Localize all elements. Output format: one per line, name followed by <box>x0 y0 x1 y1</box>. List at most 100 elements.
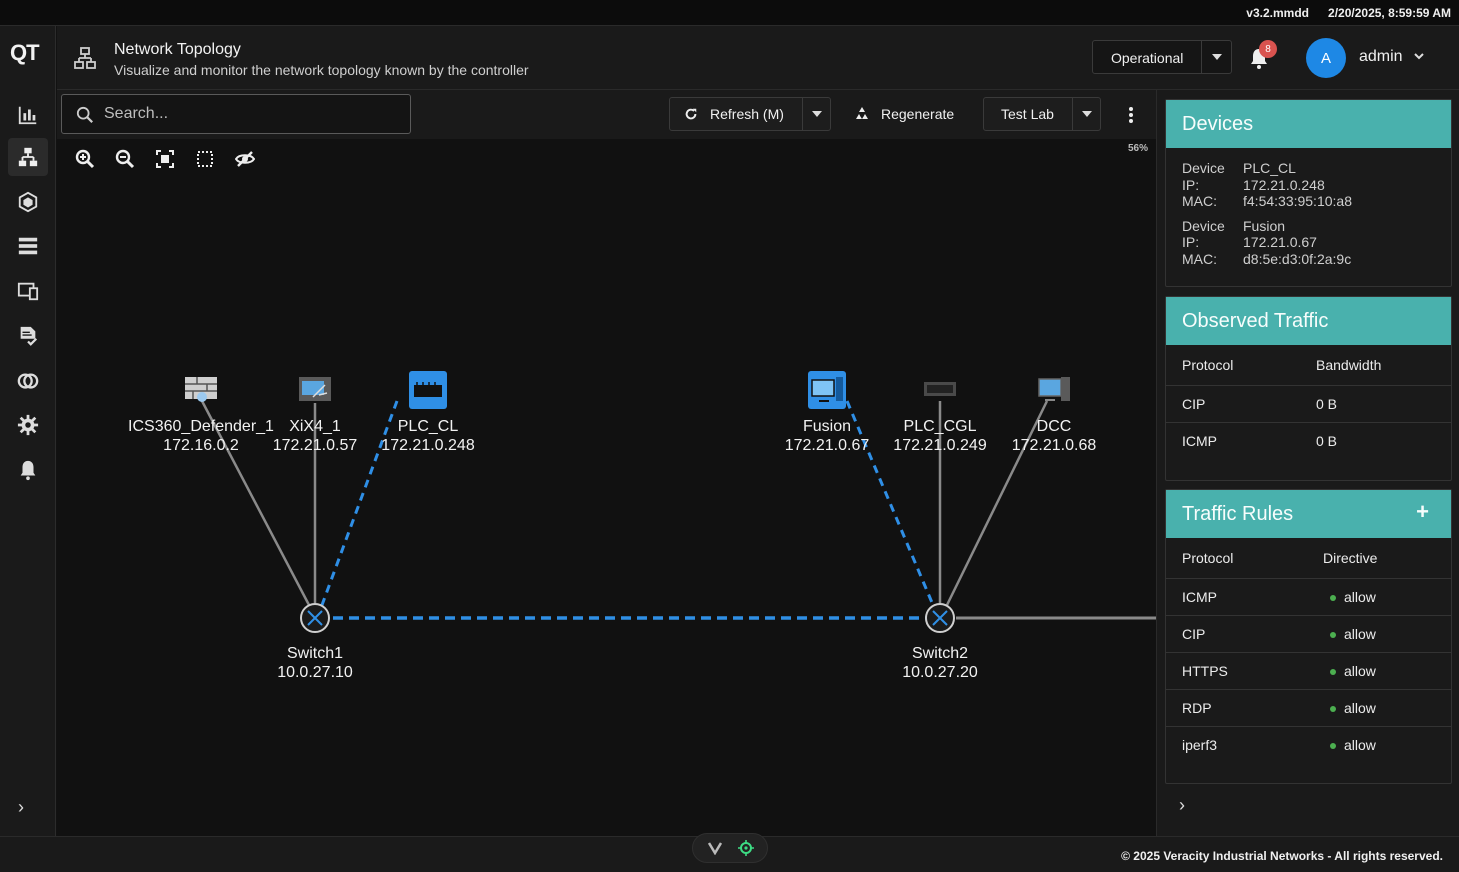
node-label-xix4: XiX4_1 172.21.0.57 <box>273 417 358 455</box>
bell-icon <box>20 460 36 481</box>
regenerate-label: Regenerate <box>881 106 955 122</box>
node-label-plc-cl: PLC_CL 172.21.0.248 <box>381 417 474 455</box>
directive-value: allow <box>1344 626 1376 642</box>
device-entry[interactable]: Device PLC_CL IP: 172.21.0.248 MAC: f4:54:3… <box>1182 160 1435 210</box>
chevron-down-icon[interactable] <box>1201 41 1231 73</box>
node-label-switch2: Switch2 10.0.27.20 <box>902 644 978 682</box>
sidebar-expand-toggle[interactable]: › <box>18 797 24 818</box>
refresh-button[interactable]: Refresh (M) <box>684 98 784 130</box>
column-header: Protocol <box>1182 357 1234 373</box>
table-row[interactable]: ICMP 0 B <box>1166 422 1451 459</box>
sidebar-item-assets[interactable] <box>8 183 48 221</box>
plc-icon[interactable] <box>409 371 447 409</box>
search-input[interactable] <box>104 104 394 124</box>
node-name: Switch1 <box>286 645 344 662</box>
node-ip: 172.21.0.68 <box>1011 437 1097 454</box>
refresh-button-group: Refresh (M) <box>669 97 831 131</box>
gear-icon <box>17 414 39 436</box>
regenerate-button[interactable]: Regenerate <box>853 105 954 123</box>
device-mac: d8:5e:d3:0f:2a:9c <box>1243 250 1352 267</box>
sidebar-item-zones[interactable] <box>8 362 48 400</box>
refresh-icon <box>685 108 697 120</box>
traffic-rules-title: Traffic Rules <box>1182 503 1294 525</box>
username-menu[interactable]: admin <box>1359 48 1403 66</box>
app-status-pill[interactable] <box>692 833 768 863</box>
chevron-down-icon <box>1081 111 1092 117</box>
directive-cell: allow <box>1330 700 1376 716</box>
node-label-dcc: DCC 172.21.0.68 <box>1012 417 1097 455</box>
devices-panel: Devices Device PLC_CL IP: 172.21.0.248 MAC… <box>1165 99 1452 287</box>
chevron-down-icon[interactable] <box>707 841 723 855</box>
page-subtitle: Visualize and monitor the network topolo… <box>114 62 529 78</box>
sidebar-item-settings[interactable] <box>8 406 48 444</box>
bandwidth-cell: 0 B <box>1316 433 1338 449</box>
avatar[interactable]: A <box>1306 38 1346 78</box>
device-mac: f4:54:33:95:10:a8 <box>1243 193 1352 209</box>
node-ip: 172.16.0.2 <box>163 437 239 454</box>
firewall-icon[interactable] <box>185 377 217 402</box>
lab-select[interactable]: Test Lab <box>1001 98 1054 130</box>
protocol-cell: CIP <box>1182 396 1206 412</box>
computer-icon[interactable] <box>808 371 846 409</box>
version-label: v3.2.mmdd <box>1246 6 1309 20</box>
sidebar-item-dashboard[interactable] <box>8 96 48 134</box>
add-rule-button[interactable]: + <box>1416 499 1429 525</box>
chevron-down-icon[interactable] <box>1413 48 1425 64</box>
sidebar-item-alerts[interactable] <box>8 451 48 489</box>
table-row[interactable]: CIP 0 B <box>1166 385 1451 422</box>
topology-canvas[interactable]: 56% ICS360_Defender_1 172.16.0.2 XiX4_1 … <box>57 139 1156 836</box>
table-row[interactable]: HTTPS allow <box>1166 652 1451 689</box>
details-pane: Devices Device PLC_CL IP: 172.21.0.248 MAC… <box>1156 90 1459 836</box>
search-box[interactable] <box>61 94 411 134</box>
device-entry[interactable]: Device Fusion IP: 172.21.0.67 MAC: d8:5e:d3… <box>1182 218 1435 268</box>
traffic-rules-header: Traffic Rules + <box>1166 490 1451 538</box>
sidebar-item-devices[interactable] <box>8 227 48 265</box>
panel-expand-toggle[interactable]: › <box>1179 795 1185 816</box>
device-ip: 172.21.0.248 <box>1243 176 1325 193</box>
column-header: Protocol <box>1182 550 1234 566</box>
computer-icon[interactable] <box>1038 377 1070 401</box>
table-row[interactable]: iperf3 allow <box>1166 726 1451 763</box>
network-icon <box>18 147 38 167</box>
device-list: Device PLC_CL IP: 172.21.0.248 MAC: f4:54:3… <box>1166 148 1451 267</box>
footer: © 2025 Veracity Industrial Networks - Al… <box>0 833 1459 872</box>
directive-cell: allow <box>1330 626 1376 642</box>
table-row[interactable]: CIP allow <box>1166 615 1451 652</box>
status-dot-icon <box>1330 595 1336 602</box>
more-options-icon[interactable] <box>1123 105 1139 125</box>
overlap-circles-icon <box>17 373 39 389</box>
node-ip: 172.21.0.57 <box>272 437 358 454</box>
device-ip: 172.21.0.67 <box>1243 234 1317 250</box>
lab-select-group: Test Lab <box>983 97 1101 131</box>
page-header: Network Topology Visualize and monitor t… <box>57 26 1459 90</box>
protocol-cell: ICMP <box>1182 589 1217 605</box>
topology-graph <box>185 371 1156 633</box>
node-ip: 172.21.0.249 <box>893 437 987 454</box>
brand-logo[interactable]: QT <box>10 40 40 66</box>
plc-icon[interactable] <box>924 382 956 396</box>
refresh-options-dropdown[interactable] <box>802 98 830 130</box>
directive-cell: allow <box>1330 663 1376 679</box>
target-icon[interactable] <box>737 840 754 856</box>
table-row[interactable]: RDP allow <box>1166 689 1451 726</box>
protocol-cell: CIP <box>1182 626 1206 642</box>
status-bar: v3.2.mmdd 2/20/2025, 8:59:59 AM <box>0 0 1459 26</box>
lab-options-dropdown[interactable] <box>1072 98 1100 130</box>
sidebar-item-policies[interactable] <box>8 317 48 355</box>
table-row[interactable]: ICMP allow <box>1166 578 1451 615</box>
switch-icon[interactable] <box>925 603 955 633</box>
mode-select[interactable]: Operational <box>1092 40 1232 74</box>
mac-key: MAC: <box>1182 250 1217 267</box>
device-key: Device <box>1182 160 1225 176</box>
page-title: Network Topology <box>114 41 241 58</box>
switch-icon[interactable] <box>300 603 330 633</box>
node-ip: 10.0.27.20 <box>902 664 978 681</box>
sidebar-item-endpoints[interactable] <box>8 272 48 310</box>
directive-value: allow <box>1344 737 1376 753</box>
workstation-tools-icon[interactable] <box>299 377 331 401</box>
copyright-text: © 2025 Veracity Industrial Networks - Al… <box>1121 849 1443 863</box>
network-icon <box>74 47 96 69</box>
observed-traffic-title: Observed Traffic <box>1166 297 1451 345</box>
recycle-icon <box>856 107 868 119</box>
sidebar-item-topology[interactable] <box>8 138 48 176</box>
